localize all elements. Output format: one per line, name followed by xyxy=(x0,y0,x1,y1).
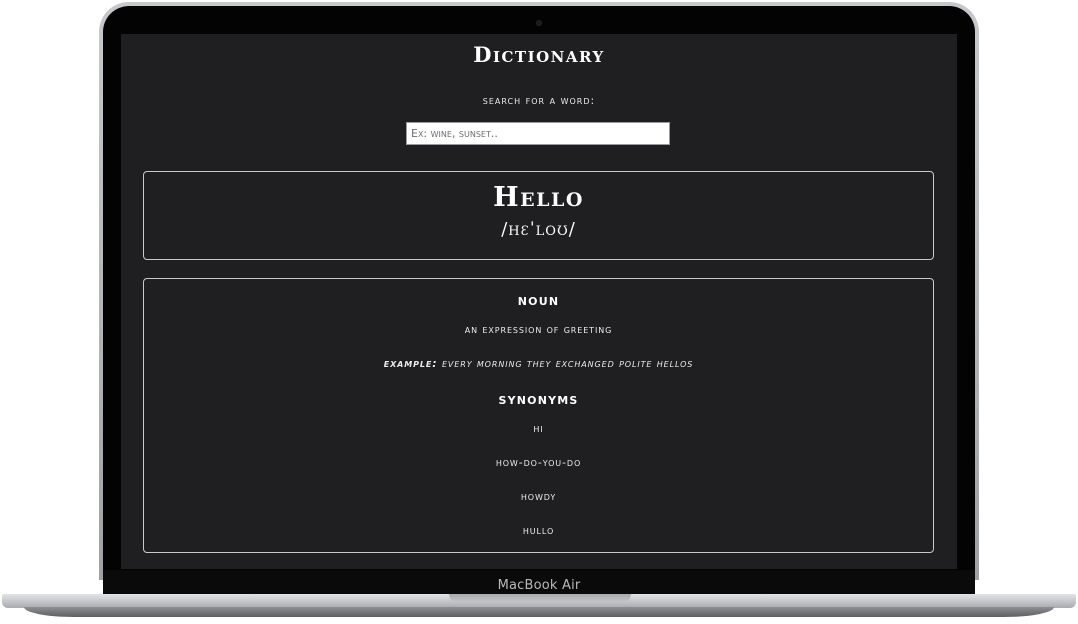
camera-icon xyxy=(536,20,542,26)
synonyms-heading: synonyms xyxy=(498,390,579,408)
part-of-speech: noun xyxy=(517,291,560,309)
word-card: Hello /hɛˈloʊ/ xyxy=(143,171,934,260)
word-phonetic: /hɛˈloʊ/ xyxy=(501,219,576,240)
meaning-card: noun an expression of greeting Example: … xyxy=(143,278,934,553)
synonym-item[interactable]: hi xyxy=(144,422,933,456)
dictionary-app: Dictionary search for a word: Hello /hɛˈ… xyxy=(121,34,957,569)
search-input[interactable] xyxy=(406,122,670,145)
device-label: MacBook Air xyxy=(497,578,581,593)
laptop-mockup: Dictionary search for a word: Hello /hɛˈ… xyxy=(0,0,1078,624)
synonym-item[interactable]: howdy xyxy=(144,490,933,524)
search-label: search for a word: xyxy=(482,94,596,107)
screen: Dictionary search for a word: Hello /hɛˈ… xyxy=(121,34,957,569)
example-label: Example: xyxy=(383,357,438,370)
synonym-item[interactable]: hullo xyxy=(144,524,933,558)
page-title: Dictionary xyxy=(473,42,605,67)
definition-text: an expression of greeting xyxy=(464,323,613,336)
laptop-base-edge xyxy=(24,607,1054,617)
example-text: Example: every morning they exchanged po… xyxy=(144,357,933,370)
example-sentence: every morning they exchanged polite hell… xyxy=(441,357,694,370)
synonym-item[interactable]: how-do-you-do xyxy=(144,456,933,490)
lid-notch xyxy=(449,594,631,602)
synonyms-list: hi how-do-you-do howdy hullo xyxy=(144,422,933,558)
word-title: Hello xyxy=(493,182,584,213)
